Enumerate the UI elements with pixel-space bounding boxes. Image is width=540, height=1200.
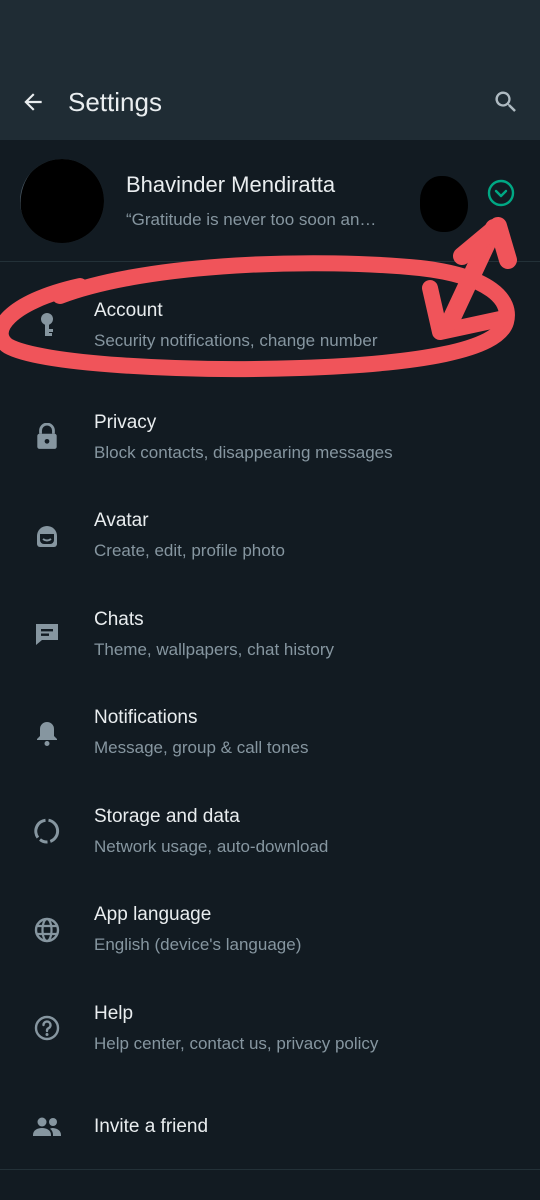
item-label: Chats	[94, 608, 144, 630]
avatar-face-icon	[30, 519, 64, 553]
item-sub: Security notifications, change number	[94, 330, 378, 350]
bell-icon	[30, 716, 64, 750]
settings-item-account[interactable]: Account Security notifications, change n…	[0, 262, 540, 388]
item-sub: English (device's language)	[94, 935, 302, 955]
item-sub: Network usage, auto-download	[94, 836, 329, 856]
settings-item-avatar[interactable]: Avatar Create, edit, profile photo	[0, 487, 540, 586]
item-label: Notifications	[94, 707, 198, 729]
data-usage-icon	[30, 814, 64, 848]
item-label: Account	[94, 299, 163, 321]
item-label: Privacy	[94, 411, 157, 433]
item-sub: Theme, wallpapers, chat history	[94, 639, 334, 659]
people-icon	[30, 1110, 64, 1144]
help-circle-icon	[30, 1011, 64, 1045]
globe-icon	[30, 913, 64, 947]
item-sub: Help center, contact us, privacy policy	[94, 1033, 379, 1053]
settings-item-help[interactable]: Help Help center, contact us, privacy po…	[0, 979, 540, 1078]
status-bar	[0, 0, 540, 64]
arrow-left-icon[interactable]	[18, 87, 48, 117]
chat-icon	[30, 617, 64, 651]
settings-item-chats[interactable]: Chats Theme, wallpapers, chat history	[0, 585, 540, 684]
settings-list: Account Security notifications, change n…	[0, 262, 540, 1176]
item-label: Help	[94, 1002, 134, 1024]
avatar[interactable]	[20, 158, 104, 243]
lock-icon	[30, 420, 64, 454]
footer	[0, 1170, 540, 1200]
search-icon[interactable]	[490, 86, 522, 118]
settings-item-privacy[interactable]: Privacy Block contacts, disappearing mes…	[0, 388, 540, 487]
item-sub: Message, group & call tones	[94, 738, 309, 758]
redaction-scribble	[20, 158, 104, 243]
item-sub: Create, edit, profile photo	[94, 541, 285, 561]
settings-item-invite[interactable]: Invite a friend	[0, 1078, 540, 1177]
app-bar: Settings	[0, 64, 540, 140]
item-label: App language	[94, 904, 212, 926]
settings-item-app-language[interactable]: App language English (device's language)	[0, 881, 540, 980]
page-title: Settings	[68, 86, 162, 117]
settings-item-notifications[interactable]: Notifications Message, group & call tone…	[0, 684, 540, 783]
item-sub: Block contacts, disappearing messages	[94, 442, 393, 462]
profile-row[interactable]: Bhavinder Mendiratta “Gratitude is never…	[0, 140, 540, 262]
chevron-down-circle-icon[interactable]	[486, 178, 516, 208]
qr-code-icon[interactable]	[420, 176, 468, 232]
item-label: Avatar	[94, 510, 149, 532]
key-icon	[30, 308, 64, 342]
item-label: Storage and data	[94, 805, 240, 827]
item-label: Invite a friend	[94, 1115, 209, 1137]
settings-item-storage[interactable]: Storage and data Network usage, auto-dow…	[0, 782, 540, 881]
